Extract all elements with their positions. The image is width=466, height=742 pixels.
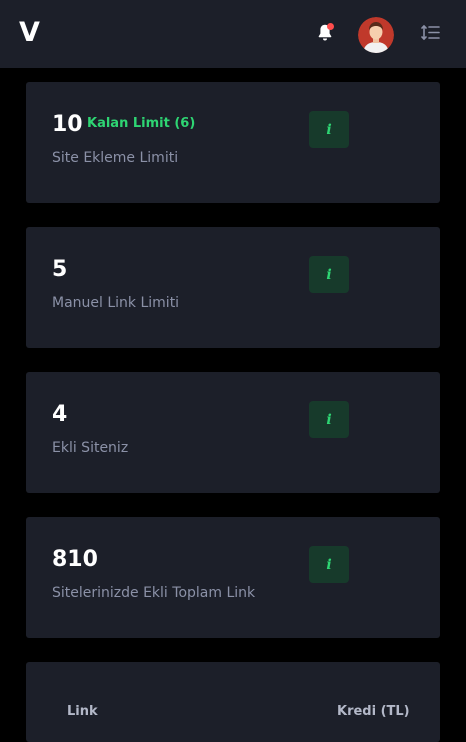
stat-card-sites: 4 Ekli Siteniz i [26, 372, 440, 493]
avatar-image [358, 17, 394, 53]
sort-list-icon[interactable] [420, 22, 442, 44]
stat-card-site-limit: 10 Kalan Limit (6) Site Ekleme Limiti i [26, 82, 440, 203]
info-icon: i [326, 411, 332, 428]
links-table: Link Kredi (TL) [26, 662, 440, 742]
app-logo[interactable]: V [19, 17, 40, 49]
stat-value: 4 [52, 402, 68, 427]
remaining-limit-label: Kalan Limit (6) [87, 116, 196, 131]
stat-card-manual-link-limit: 5 Manuel Link Limiti i [26, 227, 440, 348]
column-header-credit[interactable]: Kredi (TL) [337, 704, 410, 720]
top-navbar: V [0, 0, 466, 68]
info-icon: i [326, 266, 332, 283]
info-button[interactable]: i [309, 546, 349, 583]
stat-label: Manuel Link Limiti [52, 295, 180, 311]
user-avatar[interactable] [358, 17, 394, 53]
stat-value: 10 [52, 112, 83, 137]
stat-label: Ekli Siteniz [52, 440, 129, 456]
stat-card-total-links: 810 Sitelerinizde Ekli Toplam Link i [26, 517, 440, 638]
stat-value: 810 [52, 547, 98, 572]
info-icon: i [326, 121, 332, 138]
info-button[interactable]: i [309, 256, 349, 293]
stat-value: 5 [52, 257, 68, 282]
notification-dot [327, 23, 334, 30]
stat-label: Sitelerinizde Ekli Toplam Link [52, 585, 256, 601]
info-button[interactable]: i [309, 111, 349, 148]
column-header-link[interactable]: Link [67, 704, 98, 720]
info-button[interactable]: i [309, 401, 349, 438]
info-icon: i [326, 556, 332, 573]
stat-label: Site Ekleme Limiti [52, 150, 179, 166]
